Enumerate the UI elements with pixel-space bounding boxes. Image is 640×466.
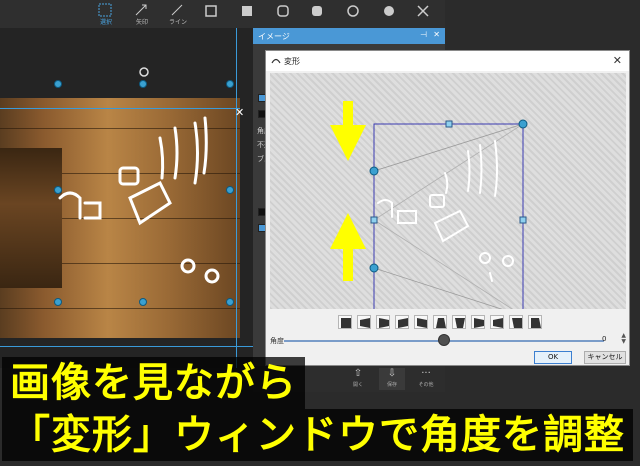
rotate-handle-icon[interactable] (138, 66, 150, 78)
close-icon (417, 5, 429, 17)
resize-handle[interactable] (139, 298, 147, 306)
angle-value[interactable]: 0 (602, 335, 606, 343)
preset-shape-icon (379, 318, 389, 328)
caption-line-1: 画像を見ながら (2, 357, 305, 409)
resize-handle[interactable] (54, 298, 62, 306)
pin-icon[interactable]: ⊣ (420, 30, 427, 39)
preset-shapes-row (338, 315, 558, 331)
preset-shape-icon (436, 318, 446, 328)
resize-handle[interactable] (54, 80, 62, 88)
preset-shape-button[interactable] (433, 315, 447, 329)
circle-tool-button[interactable] (338, 2, 370, 26)
filled-rectangle-tool-button[interactable] (232, 2, 264, 26)
rounded-rectangle-icon (277, 5, 289, 17)
up-arrow-icon (330, 213, 366, 281)
select-tool-label: 選択 (99, 19, 112, 26)
arrow-tool-button[interactable]: 矢印 (126, 2, 158, 26)
preset-shape-button[interactable] (452, 315, 466, 329)
caption-overlay: 画像を見ながら 「変形」ウィンドウで角度を調整 (0, 345, 640, 466)
preset-shape-icon (360, 318, 370, 328)
image-scribbles (58, 116, 220, 284)
preset-shape-button[interactable] (414, 315, 428, 329)
preset-shape-button[interactable] (376, 315, 390, 329)
preset-shape-button[interactable] (357, 315, 371, 329)
preset-shape-icon (398, 318, 408, 328)
resize-handle[interactable] (139, 80, 147, 88)
rectangle-tool-button[interactable] (196, 2, 228, 26)
preset-shape-icon (474, 318, 484, 328)
property-panel-title: イメージ (258, 32, 290, 41)
close-icon[interactable]: ✕ (433, 30, 440, 39)
filled-rounded-rectangle-tool-button[interactable] (302, 2, 334, 26)
preset-shape-icon (531, 318, 541, 328)
close-icon[interactable]: ✕ (613, 54, 622, 67)
select-tool-button[interactable]: 選択 (90, 2, 122, 26)
down-arrow-icon (330, 101, 366, 161)
line-tool-label: ライン (168, 19, 187, 26)
resize-handle[interactable] (226, 298, 234, 306)
rounded-rectangle-tool-button[interactable] (268, 2, 300, 26)
preset-shape-icon (341, 318, 351, 328)
resize-handle[interactable] (226, 186, 234, 194)
transform-preview[interactable] (270, 73, 626, 309)
editor-canvas[interactable]: ✕ (0, 28, 255, 368)
preset-shape-button[interactable] (509, 315, 523, 329)
preset-shape-button[interactable] (528, 315, 542, 329)
preset-shape-button[interactable] (471, 315, 485, 329)
property-panel-title-bar: イメージ ⊣ ✕ (253, 28, 445, 44)
preset-shape-icon (417, 318, 427, 328)
dialog-title: 変形 (284, 57, 300, 66)
preset-shape-button[interactable] (338, 315, 352, 329)
transform-icon (271, 58, 281, 64)
filled-circle-tool-button[interactable] (374, 2, 406, 26)
line-icon (171, 4, 183, 16)
preview-canvas (330, 101, 528, 309)
preset-shape-icon (493, 318, 503, 328)
close-icon[interactable]: ✕ (235, 107, 244, 118)
preset-shape-button[interactable] (490, 315, 504, 329)
filled-circle-icon (384, 6, 394, 16)
caption-line-2: 「変形」ウィンドウで角度を調整 (2, 409, 633, 461)
preset-shape-icon (512, 318, 522, 328)
transform-dialog: 変形 ✕ 角度 0 ▲ ▼ OK キャンセル (265, 50, 630, 366)
preset-shape-icon (455, 318, 465, 328)
resize-handle[interactable] (226, 80, 234, 88)
filled-rectangle-icon (242, 6, 252, 16)
filled-rounded-rectangle-icon (312, 6, 322, 16)
selection-icon (98, 3, 112, 17)
preset-shape-button[interactable] (395, 315, 409, 329)
angle-value-spinner[interactable]: 0 ▲ ▼ (598, 333, 626, 345)
resize-handle[interactable] (54, 186, 62, 194)
wood-image[interactable] (0, 98, 240, 338)
spinner-arrows-icon[interactable]: ▲ ▼ (621, 333, 626, 345)
arrow-tool-label: 矢印 (135, 19, 148, 26)
rectangle-icon (205, 5, 217, 17)
circle-icon (347, 5, 359, 17)
arrow-icon (135, 4, 147, 16)
close-tool-button[interactable] (408, 2, 440, 26)
dialog-title-bar: 変形 ✕ (266, 51, 629, 71)
top-toolbar: 選択 矢印 ライン (0, 0, 445, 28)
line-tool-button[interactable]: ライン (162, 2, 194, 26)
